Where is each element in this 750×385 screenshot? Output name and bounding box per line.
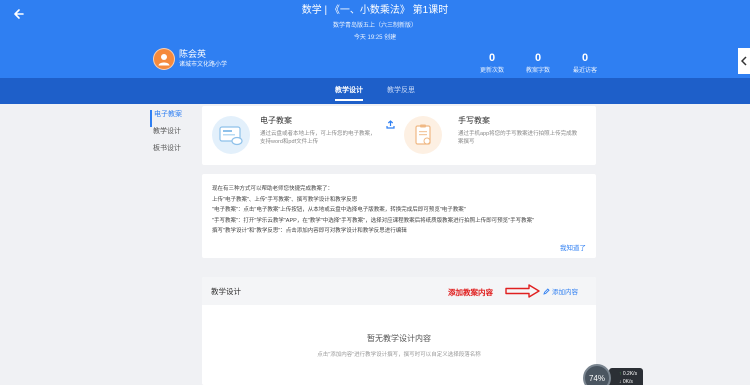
chevron-left-icon [741, 56, 747, 66]
tab-bar: 教学设计 教学反思 [0, 78, 750, 104]
info-line: 上传"电子教案"、上传"手写教案"、撰写教学设计和教学反思 [212, 196, 358, 203]
info-line: 撰写"教学设计"和"教学反思"：点击添加内容即可对教学设计和教学反思进行编辑 [212, 228, 407, 234]
stat-update-count: 0 更新次数 [479, 52, 504, 74]
handwritten-plan-title: 手写教案 [458, 116, 490, 125]
network-speed-box: ↑ 0.2K/s ↓ 0K/s [609, 368, 643, 385]
add-content-button[interactable]: 添加内容 [543, 286, 578, 296]
info-card: 现在有三种方式可以帮助老师您快捷完成教案了： 上传"电子教案"、上传"手写教案"… [202, 174, 596, 258]
empty-state-title: 暂无教学设计内容 [367, 334, 431, 343]
handwritten-plan-desc-line2: 案撰写 [458, 139, 475, 145]
teaching-design-header: 教学设计 添加教案内容 添加内容 [202, 277, 596, 305]
electronic-plan-desc-line2: 支持word和pdf文件上传 [260, 139, 319, 145]
stat-recent-visitors: 0 最近访客 [572, 52, 597, 74]
page-title: 数学 | 《一、小数乘法》 第1课时 [301, 5, 449, 16]
pencil-icon [543, 287, 550, 295]
add-content-label: 添加内容 [552, 289, 578, 296]
download-speed: 0K/s [622, 379, 633, 385]
page-subtitle: 数学青岛版五上（六三制新版） [332, 23, 417, 29]
user-info: 陈会英 诸城市文化路小学 [153, 48, 227, 70]
plan-types-card: 电子教案 通过云盘或者本地上传，可上传您的电子教案， 支持word和pdf文件上… [202, 106, 596, 165]
handwritten-plan-icon [404, 116, 442, 154]
nav-item-board-design[interactable]: 板书设计 [150, 144, 200, 161]
created-time: 今天 19:25 创建 [353, 35, 397, 41]
teaching-design-title: 教学设计 [211, 287, 241, 296]
teaching-design-card: 教学设计 添加教案内容 添加内容 暂无教学设计内容 点击"添加内容"进行教学设计… [202, 277, 596, 385]
electronic-plan-title: 电子教案 [260, 116, 292, 125]
info-line: 现在有三种方式可以帮助老师您快捷完成教案了： [212, 186, 334, 192]
electronic-plan-desc-line1: 通过云盘或者本地上传，可上传您的电子教案， [260, 131, 376, 137]
network-speed-widget[interactable]: ↑ 0.2K/s ↓ 0K/s 74% [583, 364, 643, 385]
tab-teaching-reflection[interactable]: 教学反思 [387, 78, 415, 104]
upload-button[interactable] [386, 116, 395, 134]
handwritten-plan-desc-line1: 通过手机app将您的手写教案进行拍照上传完成教 [458, 131, 578, 137]
upload-speed: 0.2K/s [622, 371, 638, 377]
user-school: 诸城市文化路小学 [179, 62, 228, 68]
info-line: "手写教案"：打开"学乐云教学"APP，在"教学"中选择"手写教案"，选择对应课… [212, 217, 535, 224]
user-name: 陈会英 [179, 49, 207, 59]
network-percent: 74% [583, 364, 611, 385]
title-block: 数学 | 《一、小数乘法》 第1课时 数学青岛版五上（六三制新版） 今天 19:… [0, 4, 750, 43]
user-icon [158, 54, 170, 66]
side-collapse-button[interactable] [738, 48, 750, 74]
electronic-plan-icon [212, 116, 250, 154]
empty-state-desc: 点击"添加内容"进行教学设计撰写，撰写时可以自定义选择段落名称 [317, 352, 481, 358]
tab-teaching-design[interactable]: 教学设计 [335, 78, 363, 104]
annotation-text: 添加教案内容 [448, 288, 493, 297]
left-nav: 电子教案 教学设计 板书设计 [150, 110, 200, 161]
got-it-link[interactable]: 我知道了 [560, 242, 586, 252]
info-line: "电子教案"：点击"电子教案"上传按钮，从本地或云盘中选择电子版教案，转换完成后… [212, 207, 466, 213]
stat-word-count: 0 教案字数 [525, 52, 550, 74]
nav-item-teaching-design[interactable]: 教学设计 [150, 127, 200, 144]
nav-item-electronic-plan[interactable]: 电子教案 [150, 110, 200, 127]
upload-icon [386, 120, 395, 129]
annotation-arrow-icon [505, 284, 540, 298]
avatar [153, 48, 175, 70]
